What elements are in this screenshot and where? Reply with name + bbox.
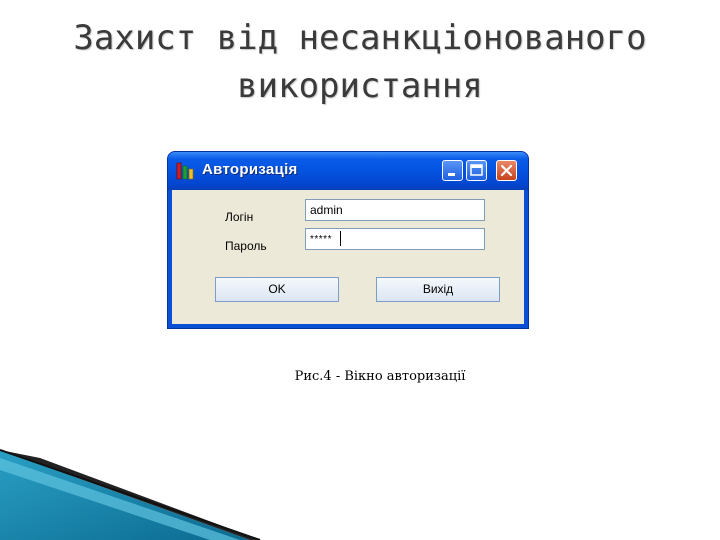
password-label: Пароль bbox=[225, 239, 267, 253]
minimize-icon bbox=[448, 173, 455, 176]
text-caret bbox=[340, 231, 341, 246]
password-input[interactable] bbox=[305, 228, 485, 250]
slide-title-line-1: Захист від несанкціонованого bbox=[73, 18, 647, 58]
maximize-icon bbox=[470, 164, 483, 176]
maximize-button[interactable] bbox=[466, 160, 487, 181]
login-label: Логін bbox=[225, 210, 254, 224]
slide-title: Захист від несанкціонованого використанн… bbox=[0, 14, 720, 110]
window-titlebar[interactable]: Авторизація bbox=[168, 152, 528, 190]
exit-button[interactable]: Вихід bbox=[376, 277, 500, 302]
figure-caption: Рис.4 - Вікно авторизації bbox=[294, 369, 466, 384]
close-button[interactable] bbox=[496, 160, 517, 181]
window-title: Авторизація bbox=[202, 161, 298, 178]
decorative-corner-shape bbox=[0, 449, 261, 540]
ok-button[interactable]: OK bbox=[215, 277, 339, 302]
app-icon bbox=[176, 162, 194, 180]
slide-title-line-2: використання bbox=[237, 66, 483, 106]
login-input[interactable] bbox=[305, 199, 485, 221]
close-icon bbox=[500, 164, 513, 177]
minimize-button[interactable] bbox=[442, 160, 463, 181]
